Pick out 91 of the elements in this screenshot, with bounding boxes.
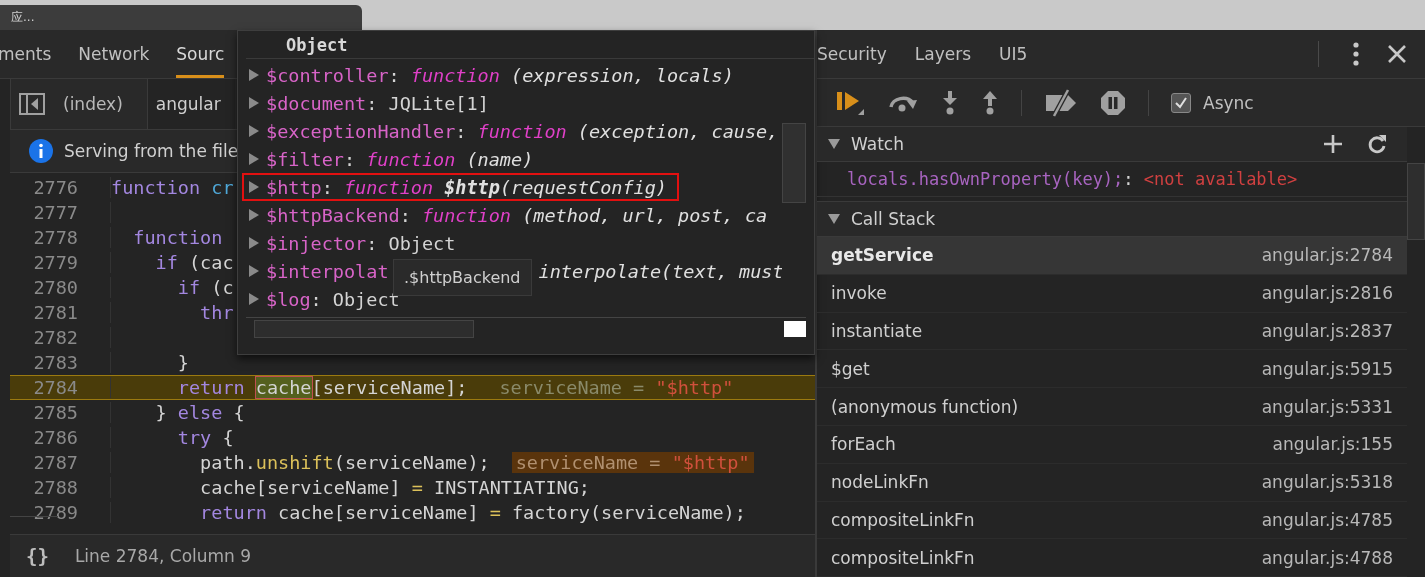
line-number: 2781 [10,302,111,323]
line-number: 2779 [10,252,111,273]
popover-title: Object [246,31,814,59]
line-number: 2785 [10,402,111,423]
pretty-print-button[interactable]: {} [22,545,53,567]
panel-tab[interactable]: Security [817,30,887,78]
expand-arrow-icon[interactable] [248,152,260,166]
refresh-icon[interactable] [1367,133,1387,155]
expand-arrow-icon[interactable] [248,264,260,278]
object-property[interactable]: $httpBackend: function (method, url, post, ca [266,204,768,226]
inline-value: serviceName = "$http" [511,452,754,473]
info-icon [28,138,54,164]
step-out-icon[interactable] [981,89,999,116]
call-stack-frame[interactable]: compositeLinkFn angular.js:4785 [817,501,1407,540]
scrollbar-thumb[interactable] [1407,163,1425,240]
close-icon[interactable] [1387,44,1407,64]
panel-tab[interactable]: UI5 [999,30,1028,78]
inline-value: serviceName = "$http" [498,377,735,398]
line-number: 2783 [10,352,111,373]
call-stack-frame[interactable]: forEach angular.js:155 [817,426,1407,464]
watch-expression[interactable]: locals.hasOwnProperty(key);: <not available> [847,169,1298,189]
expand-arrow-icon[interactable] [827,138,841,150]
section-title[interactable]: Call Stack [851,209,936,229]
code-line: } else { [154,402,245,423]
scrollbar-thumb[interactable] [782,123,806,203]
call-stack-frame[interactable]: (anonymous function) angular.js:5331 [817,388,1407,426]
code-line: } [176,352,189,373]
line-number: 2789 [10,502,111,523]
expand-arrow-icon[interactable] [248,96,260,110]
line-number: 2780 [10,277,111,298]
panel-tab[interactable]: Layers [914,30,972,78]
line-number: 2788 [10,477,111,498]
code-line: try { [176,427,234,448]
code-line: if (cac [154,252,234,273]
call-stack-frame[interactable]: getService angular.js:2784 [817,237,1407,275]
expand-arrow-icon[interactable] [248,208,260,222]
panel-tab[interactable]: ments [0,30,52,78]
sidebar-toggle-icon[interactable] [19,93,45,115]
code-line: return cache[serviceName]; [176,377,468,398]
scrollbar-thumb[interactable] [254,320,474,338]
info-message: Serving from the file [64,141,239,161]
file-tab[interactable]: (index) [63,79,137,129]
object-property[interactable]: $exceptionHandler: function (exception, cause, [266,120,779,142]
code-line: path.unshift(serviceName); [199,452,490,473]
object-property[interactable]: $http: function $http(requestConfig) [266,176,667,198]
code-line: function [132,227,223,248]
call-stack-frame[interactable]: $get angular.js:5915 [817,350,1407,389]
call-stack-frame[interactable]: nodeLinkFn angular.js:5318 [817,463,1407,502]
file-tab[interactable]: angular [146,79,235,129]
section-title[interactable]: Watch [851,134,904,154]
code-line: function cr [111,177,234,198]
code-line: if (c [176,277,234,298]
deactivate-breakpoints-icon[interactable] [1044,88,1078,117]
browser-tab[interactable]: 应... [0,5,362,30]
more-icon[interactable] [1353,42,1359,66]
object-property[interactable]: $filter: function (name) [266,148,534,170]
tooltip: .$httpBackend [393,259,532,296]
call-stack-frame[interactable]: compositeLinkFn angular.js:4788 [817,539,1407,577]
expand-arrow-icon[interactable] [248,292,260,306]
property-value: interpolate(text, must [538,260,782,282]
step-into-icon[interactable] [941,89,959,116]
code-line: return cache[serviceName] = factory(serviceName); [199,502,746,523]
line-number: 2786 [10,427,111,448]
object-property[interactable]: $injector: Object [266,232,456,254]
add-icon[interactable] [1323,134,1343,154]
call-stack-frame[interactable]: invoke angular.js:2816 [817,274,1407,313]
expand-arrow-icon[interactable] [248,180,260,194]
expand-arrow-icon[interactable] [827,213,841,225]
line-number: 2776 [10,177,111,198]
expand-arrow-icon[interactable] [248,68,260,82]
expand-arrow-icon[interactable] [248,124,260,138]
object-property[interactable]: $controller: function (expression, locals) [266,64,734,86]
cursor-position: Line 2784, Column 9 [74,546,252,566]
line-number: 2778 [10,227,111,248]
call-stack-frame[interactable]: instantiate angular.js:2837 [817,312,1407,351]
scrollbar-corner [784,321,806,337]
line-number: 2782 [10,327,111,348]
object-property[interactable]: $interpolat [266,260,389,282]
object-property[interactable]: $document: JQLite[1] [266,92,489,114]
line-number: 2784 [10,377,111,398]
pause-on-exceptions-icon[interactable] [1100,89,1126,116]
panel-tab[interactable]: Network [78,30,150,78]
checkbox-label: Async [1203,92,1254,113]
code-line: cache[serviceName] = INSTANTIATING; [199,477,590,498]
highlighted-property[interactable]: $http: function $http(requestConfig) [242,173,679,201]
expand-arrow-icon[interactable] [248,236,260,250]
line-number: 2777 [10,202,111,223]
async-checkbox[interactable] [1171,92,1191,113]
line-number: 2787 [10,452,111,473]
resume-icon[interactable] [835,89,865,116]
code-line: thr [199,302,234,323]
